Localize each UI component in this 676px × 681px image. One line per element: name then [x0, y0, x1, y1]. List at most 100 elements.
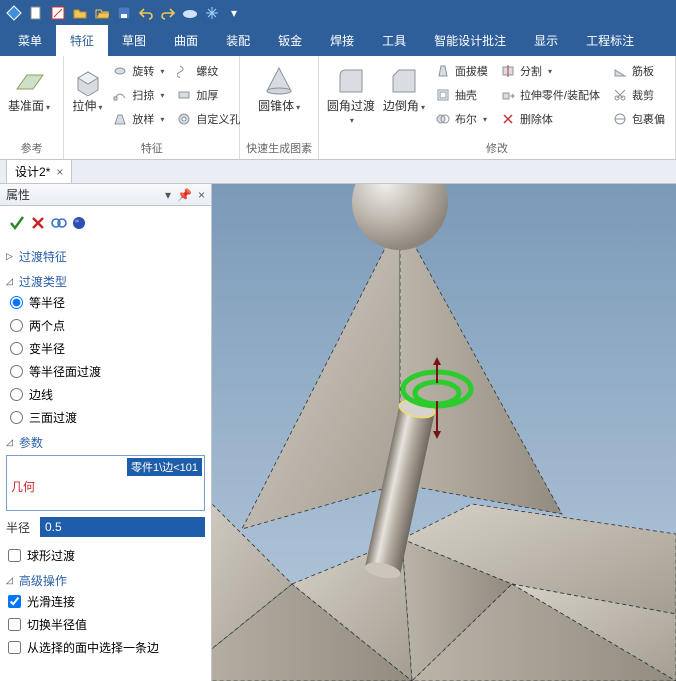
cone-icon: [262, 64, 296, 98]
plane-icon: [12, 64, 46, 98]
extrude-icon: [70, 64, 104, 98]
zw-logo-icon[interactable]: [4, 3, 24, 23]
save-icon[interactable]: [114, 3, 134, 23]
document-tab-title: 设计2*: [15, 163, 50, 180]
ribbon: 基准面▾ 参考 拉伸▾ 旋转▾ 扫掠▾ 放样▾ 螺纹 加厚 自定义孔 特征: [0, 56, 676, 160]
thread-icon: [176, 63, 192, 79]
group-label-quick: 快速生成图素: [240, 138, 318, 159]
extract-part-button[interactable]: 拉伸零件/装配体: [496, 84, 604, 106]
snow-icon[interactable]: [202, 3, 222, 23]
property-panel: 属性 ▾ 📌 × ▷过渡特征 ◿过渡类型 等半径 两个点: [0, 184, 212, 681]
params-header[interactable]: ◿参数: [6, 434, 205, 451]
tab-feature[interactable]: 特征: [56, 25, 108, 56]
draft-button[interactable]: 面拔模: [431, 60, 492, 82]
rib-icon: [612, 63, 628, 79]
feature-name-row[interactable]: ▷过渡特征: [6, 248, 205, 265]
revolve-icon: [112, 63, 128, 79]
thicken-button[interactable]: 加厚: [172, 84, 244, 106]
ok-cancel-bar: [6, 210, 205, 240]
panel-title: 属性: [6, 186, 30, 203]
redo-icon[interactable]: [158, 3, 178, 23]
draft-icon: [435, 63, 451, 79]
radio-equal-radius-face[interactable]: 等半径面过渡: [10, 363, 205, 380]
tab-drawing-annotation[interactable]: 工程标注: [572, 25, 648, 56]
revolve-button[interactable]: 旋转▾: [108, 60, 168, 82]
geometry-selection-item[interactable]: 零件1\边<101: [127, 458, 202, 476]
shell-button[interactable]: 抽壳: [431, 84, 492, 106]
trim-button[interactable]: 裁剪: [608, 84, 669, 106]
tab-tools[interactable]: 工具: [368, 25, 420, 56]
smooth-connect-checkbox[interactable]: 光滑连接: [8, 593, 205, 610]
delete-icon: [500, 111, 516, 127]
scissors-icon: [612, 87, 628, 103]
thread-button[interactable]: 螺纹: [172, 60, 244, 82]
tab-smart-annotate[interactable]: 智能设计批注: [420, 25, 520, 56]
radio-edge[interactable]: 边线: [10, 386, 205, 403]
advanced-header[interactable]: ◿高级操作: [6, 572, 205, 589]
tab-weld[interactable]: 焊接: [316, 25, 368, 56]
ok-icon[interactable]: [8, 214, 26, 232]
wrap-icon: [612, 111, 628, 127]
tab-sketch[interactable]: 草图: [108, 25, 160, 56]
sphere-fillet-checkbox[interactable]: 球形过渡: [8, 547, 205, 564]
qat-dropdown-icon[interactable]: ▾: [224, 3, 244, 23]
panel-pin-icon[interactable]: 📌: [177, 188, 192, 202]
split-button[interactable]: 分割▾: [496, 60, 604, 82]
panel-dropdown-icon[interactable]: ▾: [165, 188, 171, 202]
custom-hole-button[interactable]: 自定义孔: [172, 108, 244, 130]
type-group-header[interactable]: ◿过渡类型: [6, 273, 205, 290]
group-label-modify: 修改: [319, 138, 675, 159]
radius-input[interactable]: [40, 517, 205, 537]
group-label-feature: 特征: [64, 138, 239, 159]
undo-icon[interactable]: [136, 3, 156, 23]
fillet-button[interactable]: 圆角过渡▾: [325, 60, 377, 127]
tab-sheetmetal[interactable]: 钣金: [264, 25, 316, 56]
extract-icon: [500, 87, 516, 103]
open-icon[interactable]: [70, 3, 90, 23]
new-sketch-icon[interactable]: [48, 3, 68, 23]
group-label-reference: 参考: [0, 138, 63, 159]
shell-icon: [435, 87, 451, 103]
document-tabstrip: 设计2* ×: [0, 160, 676, 184]
tab-menu[interactable]: 菜单: [4, 25, 56, 56]
select-edge-from-face-checkbox[interactable]: 从选择的面中选择一条边: [8, 639, 205, 656]
radio-equal-radius[interactable]: 等半径: [10, 294, 205, 311]
cone-button[interactable]: 圆锥体▾: [249, 60, 309, 114]
radio-triface[interactable]: 三面过渡: [10, 409, 205, 426]
delete-body-button[interactable]: 删除体: [496, 108, 604, 130]
tab-assembly[interactable]: 装配: [212, 25, 264, 56]
boolean-icon: [435, 111, 451, 127]
chamfer-button[interactable]: 边倒角▾: [381, 60, 427, 114]
sphere-preview-icon[interactable]: [72, 216, 86, 230]
wrap-button[interactable]: 包裹偏: [608, 108, 669, 130]
new-file-icon[interactable]: [26, 3, 46, 23]
thicken-icon: [176, 87, 192, 103]
chamfer-icon: [387, 64, 421, 98]
open-folder-icon[interactable]: [92, 3, 112, 23]
boolean-button[interactable]: 布尔▾: [431, 108, 492, 130]
sweep-button[interactable]: 扫掠▾: [108, 84, 168, 106]
panel-close-icon[interactable]: ×: [198, 188, 205, 202]
preview-icon[interactable]: [50, 216, 68, 230]
radio-variable-radius[interactable]: 变半径: [10, 340, 205, 357]
rib-button[interactable]: 筋板: [608, 60, 669, 82]
cloud-icon[interactable]: [180, 3, 200, 23]
geometry-selection-box[interactable]: 零件1\边<101 几何: [6, 455, 205, 511]
toggle-radius-checkbox[interactable]: 切换半径值: [8, 616, 205, 633]
loft-button[interactable]: 放样▾: [108, 108, 168, 130]
3d-viewport[interactable]: [212, 184, 676, 681]
extrude-button[interactable]: 拉伸▾: [70, 60, 104, 114]
cancel-icon[interactable]: [30, 215, 46, 231]
split-icon: [500, 63, 516, 79]
close-icon[interactable]: ×: [56, 165, 63, 179]
radio-two-points[interactable]: 两个点: [10, 317, 205, 334]
hole-icon: [176, 111, 192, 127]
quick-access-toolbar: ▾: [0, 0, 676, 26]
tab-display[interactable]: 显示: [520, 25, 572, 56]
tab-surface[interactable]: 曲面: [160, 25, 212, 56]
document-tab[interactable]: 设计2* ×: [6, 159, 72, 183]
datum-plane-button[interactable]: 基准面▾: [6, 60, 52, 114]
main-tabstrip: 菜单 特征 草图 曲面 装配 钣金 焊接 工具 智能设计批注 显示 工程标注: [0, 26, 676, 56]
loft-icon: [112, 111, 128, 127]
fillet-icon: [334, 64, 368, 98]
